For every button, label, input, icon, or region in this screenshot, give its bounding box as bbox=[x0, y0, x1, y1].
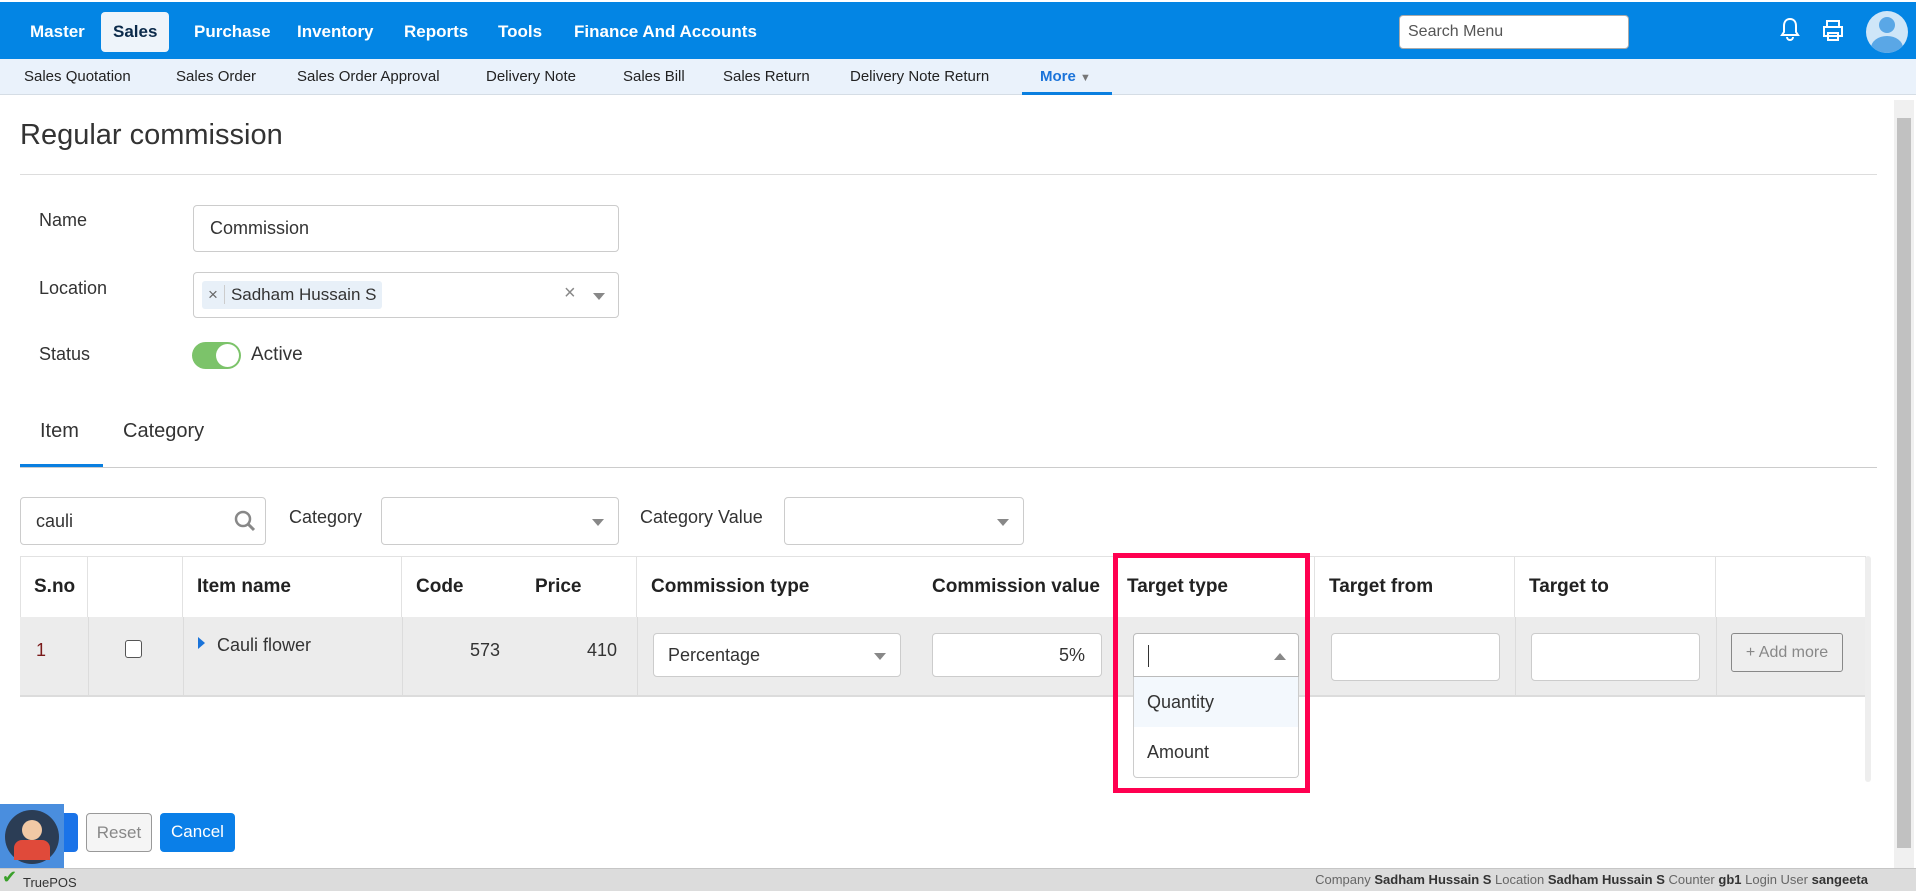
location-tag-label: Sadham Hussain S bbox=[230, 285, 377, 304]
menu-reports[interactable]: Reports bbox=[392, 12, 480, 52]
avatar[interactable] bbox=[1866, 11, 1908, 53]
subnav-more[interactable]: More ▼ bbox=[1040, 59, 1091, 95]
tabs-divider bbox=[20, 467, 1877, 468]
target-from-input[interactable] bbox=[1331, 633, 1500, 681]
more-label: More bbox=[1040, 68, 1076, 85]
name-input[interactable]: Commission bbox=[193, 205, 619, 252]
status-label: Status bbox=[39, 344, 91, 364]
header-code: Code bbox=[416, 576, 464, 597]
chevron-down-icon bbox=[997, 519, 1009, 526]
header-target-from: Target from bbox=[1315, 556, 1515, 617]
row-code: 573 bbox=[470, 640, 501, 660]
top-navbar: Master Sales Purchase Inventory Reports … bbox=[0, 0, 1916, 59]
category-label: Category bbox=[289, 507, 363, 527]
status-toggle[interactable] bbox=[192, 342, 241, 369]
highlight-box bbox=[1113, 553, 1310, 793]
remove-tag-icon[interactable]: × bbox=[208, 285, 225, 304]
tab-item[interactable]: Item bbox=[40, 420, 79, 443]
clear-icon[interactable]: × bbox=[564, 282, 576, 305]
page-title: Regular commission bbox=[20, 119, 283, 151]
row-price: 410 bbox=[587, 640, 618, 660]
header-commission-type: Commission type bbox=[651, 576, 810, 597]
category-value-label: Category Value bbox=[640, 507, 763, 527]
location-tag: × Sadham Hussain S bbox=[202, 281, 383, 309]
printer-icon[interactable] bbox=[1821, 19, 1845, 43]
menu-inventory[interactable]: Inventory bbox=[285, 12, 386, 52]
search-menu-input[interactable]: Search Menu bbox=[1399, 15, 1629, 49]
subnav-sales-order[interactable]: Sales Order bbox=[176, 59, 256, 95]
table-scrollbar[interactable] bbox=[1865, 556, 1871, 782]
header-commission-value: Commission value bbox=[932, 576, 1100, 597]
session-info: Company Sadham Hussain S Location Sadham… bbox=[1315, 872, 1868, 887]
subnav-delivery-note[interactable]: Delivery Note bbox=[486, 59, 576, 95]
expand-icon[interactable] bbox=[198, 637, 205, 649]
check-icon: ✔ bbox=[2, 867, 18, 887]
subnav-sales-order-approval[interactable]: Sales Order Approval bbox=[297, 59, 440, 95]
header-target-to: Target to bbox=[1515, 556, 1716, 617]
commission-type-select[interactable]: Percentage bbox=[653, 633, 901, 677]
reset-button[interactable]: Reset bbox=[86, 813, 152, 852]
subnav-delivery-note-return[interactable]: Delivery Note Return bbox=[850, 59, 989, 95]
status-value: Active bbox=[251, 344, 303, 365]
menu-purchase[interactable]: Purchase bbox=[182, 12, 283, 52]
tab-category[interactable]: Category bbox=[123, 420, 204, 443]
commission-value-input[interactable]: 5% bbox=[932, 633, 1102, 677]
active-indicator bbox=[1022, 92, 1112, 95]
menu-tools[interactable]: Tools bbox=[486, 12, 554, 52]
add-more-button[interactable]: + Add more bbox=[1731, 633, 1843, 672]
row-sno: 1 bbox=[36, 640, 47, 660]
menu-master[interactable]: Master bbox=[18, 12, 97, 52]
location-select[interactable]: × Sadham Hussain S × bbox=[193, 272, 619, 318]
divider bbox=[20, 174, 1877, 175]
caret-down-icon: ▼ bbox=[1080, 72, 1091, 84]
row-checkbox[interactable] bbox=[125, 640, 142, 658]
cancel-button[interactable]: Cancel bbox=[160, 813, 235, 852]
chevron-down-icon bbox=[874, 653, 886, 660]
target-to-input[interactable] bbox=[1531, 633, 1700, 681]
menu-finance[interactable]: Finance And Accounts bbox=[562, 12, 769, 52]
chevron-down-icon bbox=[592, 519, 604, 526]
header-item-name: Item name bbox=[183, 556, 402, 617]
chevron-down-icon[interactable] bbox=[593, 293, 605, 300]
header-sno: S.no bbox=[20, 556, 88, 617]
category-select[interactable] bbox=[381, 497, 619, 545]
support-chat-widget[interactable] bbox=[0, 804, 64, 868]
name-label: Name bbox=[39, 210, 88, 230]
search-icon[interactable] bbox=[234, 510, 256, 532]
header-select bbox=[88, 556, 183, 617]
page-scrollbar[interactable] bbox=[1894, 100, 1914, 868]
location-label: Location bbox=[39, 278, 108, 298]
header-price: Price bbox=[521, 556, 637, 617]
row-item-name: Cauli flower bbox=[217, 635, 312, 655]
subnav-sales-return[interactable]: Sales Return bbox=[723, 59, 810, 95]
category-value-select[interactable] bbox=[784, 497, 1024, 545]
menu-sales[interactable]: Sales bbox=[101, 12, 170, 52]
item-search-input[interactable]: cauli bbox=[20, 497, 266, 545]
bell-icon[interactable] bbox=[1778, 16, 1802, 44]
subnav-sales-bill[interactable]: Sales Bill bbox=[623, 59, 685, 95]
status-bar: ✔ TruePOS Company Sadham Hussain S Locat… bbox=[0, 867, 1916, 891]
active-tab-indicator bbox=[20, 464, 103, 467]
subnav-sales-quotation[interactable]: Sales Quotation bbox=[24, 59, 131, 95]
sub-navbar: Sales Quotation Sales Order Sales Order … bbox=[0, 59, 1916, 95]
commission-type-value: Percentage bbox=[668, 645, 761, 665]
